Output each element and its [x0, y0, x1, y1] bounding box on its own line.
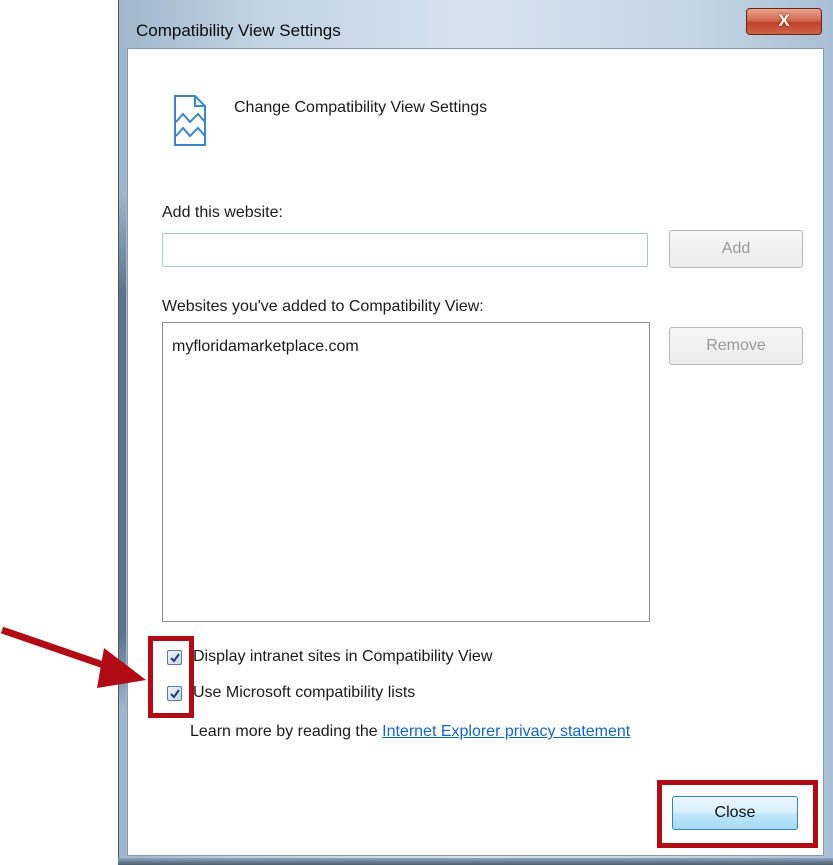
remove-button[interactable]: Remove	[669, 327, 803, 365]
websites-list-label: Websites you've added to Compatibility V…	[162, 298, 484, 315]
use-microsoft-lists-label: Use Microsoft compatibility lists	[193, 684, 416, 701]
add-button[interactable]: Add	[669, 230, 803, 268]
compatibility-view-icon	[174, 95, 206, 146]
dialog-header-text: Change Compatibility View Settings	[234, 99, 488, 116]
learn-more-prefix: Learn more by reading the	[190, 723, 383, 740]
learn-more-text: Learn more by reading the Internet Explo…	[190, 723, 630, 741]
dialog-title: Compatibility View Settings	[136, 21, 341, 40]
add-website-label: Add this website:	[162, 204, 283, 221]
close-highlight-box	[657, 780, 818, 848]
list-item[interactable]: myfloridamarketplace.com	[172, 338, 359, 356]
arrow-right-icon	[0, 626, 146, 688]
add-website-input[interactable]	[162, 233, 648, 267]
window-frame-bottom	[118, 858, 833, 865]
display-intranet-label: Display intranet sites in Compatibility …	[193, 648, 493, 665]
websites-list[interactable]: myfloridamarketplace.com	[162, 322, 650, 622]
window-close-button[interactable]: X	[746, 8, 822, 35]
privacy-statement-link[interactable]: Internet Explorer privacy statement	[382, 723, 630, 740]
